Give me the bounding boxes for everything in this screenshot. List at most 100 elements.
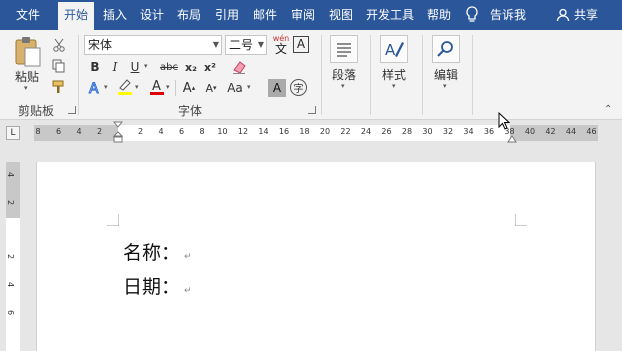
- ribbon: 粘贴 ▾ 剪贴板 宋体 ▼ 二号 ▼ wén 文 A B I U ▾ abc x…: [0, 30, 622, 120]
- vruler-tick-label: 4: [6, 171, 16, 178]
- paragraph-icon[interactable]: [330, 35, 358, 63]
- ruler-tick-label: 26: [381, 127, 392, 136]
- separator: [370, 35, 371, 115]
- menu-bar: 文件 开始 插入 设计 布局 引用 邮件 审阅 视图 开发工具 帮助 告诉我 共…: [0, 0, 622, 30]
- tab-layout[interactable]: 布局: [172, 0, 206, 30]
- ruler-tick-label: 44: [565, 127, 577, 136]
- text-effects-icon[interactable]: A: [86, 79, 104, 97]
- tab-design[interactable]: 设计: [135, 0, 169, 30]
- mouse-cursor-icon: [498, 112, 511, 130]
- styles-icon[interactable]: A: [380, 35, 408, 63]
- styles-button[interactable]: 样式: [376, 66, 412, 82]
- svg-text:A: A: [152, 79, 161, 94]
- font-size-combo[interactable]: 二号 ▼: [225, 35, 267, 55]
- strikethrough-button[interactable]: abc: [157, 58, 181, 76]
- change-case-dropdown-icon[interactable]: ▾: [247, 83, 251, 91]
- svg-text:A: A: [89, 81, 99, 96]
- ruler-tick-label: 36: [483, 127, 495, 136]
- cut-icon[interactable]: [50, 36, 68, 54]
- tab-view[interactable]: 视图: [324, 0, 358, 30]
- shrink-font-button[interactable]: A ▾: [202, 79, 220, 97]
- format-painter-icon[interactable]: [50, 78, 68, 96]
- ruler-tick-label: 24: [360, 127, 372, 136]
- tab-review[interactable]: 审阅: [286, 0, 320, 30]
- ruler-tick-label: 10: [217, 127, 228, 136]
- ruler-tick-label: 2: [137, 127, 144, 136]
- font-launcher[interactable]: [308, 106, 316, 114]
- collapse-ribbon-icon[interactable]: ⌃: [604, 104, 612, 115]
- share-button[interactable]: 共享: [574, 0, 598, 30]
- highlight-dropdown-icon[interactable]: ▾: [135, 83, 139, 91]
- lightbulb-icon[interactable]: [465, 6, 479, 27]
- vruler-tick-label: 6: [6, 309, 16, 316]
- ruler-tick-label: 20: [319, 127, 331, 136]
- italic-button[interactable]: I: [106, 58, 124, 76]
- paste-button[interactable]: 粘贴: [10, 68, 44, 84]
- vruler-tick-label: 4: [6, 281, 16, 288]
- copy-icon[interactable]: [50, 57, 68, 75]
- ruler-tick-label: 18: [299, 127, 310, 136]
- person-icon[interactable]: [556, 8, 570, 25]
- tell-me-search[interactable]: 告诉我: [490, 0, 526, 30]
- tab-selector[interactable]: L: [6, 126, 20, 140]
- font-name-value: 宋体: [88, 38, 113, 52]
- paragraph-dropdown-icon[interactable]: ▾: [341, 82, 345, 90]
- ruler-tick-label: 16: [278, 127, 290, 136]
- document-page[interactable]: 名称： ↵ 日期： ↵: [36, 162, 596, 351]
- font-name-combo[interactable]: 宋体 ▼: [84, 35, 222, 55]
- paste-icon[interactable]: [13, 36, 43, 71]
- chevron-down-icon: ▼: [257, 40, 264, 49]
- text-effects-dropdown-icon[interactable]: ▾: [104, 83, 108, 91]
- highlight-icon[interactable]: [116, 78, 134, 96]
- margin-corner-mark: [107, 214, 119, 226]
- character-border-button[interactable]: A: [293, 36, 309, 53]
- right-indent-marker[interactable]: [507, 132, 517, 146]
- vertical-ruler[interactable]: 4 2 2 4 6: [6, 162, 20, 351]
- subscript-button[interactable]: x₂: [182, 58, 200, 76]
- styles-dropdown-icon[interactable]: ▾: [392, 82, 396, 90]
- svg-text:A: A: [385, 41, 396, 59]
- underline-button[interactable]: U: [126, 58, 144, 76]
- doc-line-text: 名称：: [123, 242, 181, 264]
- clear-formatting-icon[interactable]: [230, 58, 248, 76]
- bold-button[interactable]: B: [86, 58, 104, 76]
- font-group-label: 字体: [177, 104, 202, 118]
- superscript-button[interactable]: x²: [201, 58, 219, 76]
- font-color-dropdown-icon[interactable]: ▾: [166, 83, 170, 91]
- ruler-tick-label: 22: [340, 127, 351, 136]
- phonetic-guide-button[interactable]: wén 文: [272, 34, 290, 56]
- tab-file[interactable]: 文件: [6, 0, 50, 30]
- editing-button[interactable]: 编辑: [428, 66, 464, 82]
- ruler-area: L 8 6 4 2 2 4 6 8 10 12 14 16 18 20 22 24 26 28 30 32 34 36 38…: [0, 121, 622, 145]
- ruler-tick-label: 14: [258, 127, 269, 136]
- paste-dropdown-icon[interactable]: ▾: [24, 84, 28, 92]
- search-icon[interactable]: [432, 35, 460, 63]
- clipboard-launcher[interactable]: [68, 106, 76, 114]
- chevron-down-icon: ▼: [212, 40, 219, 49]
- font-color-icon[interactable]: A: [148, 78, 166, 96]
- first-line-indent-marker[interactable]: [112, 121, 124, 148]
- character-shading-button[interactable]: A: [268, 79, 286, 97]
- ruler-tick-label: 46: [586, 127, 597, 136]
- separator: [175, 80, 176, 96]
- paragraph-button[interactable]: 段落: [326, 66, 362, 82]
- phonetic-char: 文: [274, 42, 287, 56]
- editing-dropdown-icon[interactable]: ▾: [443, 82, 447, 90]
- paragraph-mark: ↵: [184, 286, 192, 296]
- doc-line-name[interactable]: 名称： ↵: [123, 238, 192, 265]
- separator: [472, 35, 473, 115]
- enclose-characters-button[interactable]: 字: [290, 79, 307, 96]
- grow-font-button[interactable]: A ▴: [180, 79, 198, 97]
- underline-dropdown-icon[interactable]: ▾: [144, 62, 148, 70]
- tab-references[interactable]: 引用: [210, 0, 244, 30]
- ruler-tick-label: 32: [442, 127, 454, 136]
- tab-home[interactable]: 开始: [58, 2, 94, 30]
- change-case-button[interactable]: Aa: [224, 79, 246, 97]
- tab-mailings[interactable]: 邮件: [248, 0, 282, 30]
- tab-insert[interactable]: 插入: [98, 0, 132, 30]
- doc-line-date[interactable]: 日期： ↵: [123, 272, 192, 299]
- tab-developer[interactable]: 开发工具: [362, 0, 418, 30]
- ruler-tick-label: 42: [545, 127, 556, 136]
- ruler-tick-label: 34: [463, 127, 474, 136]
- tab-help[interactable]: 帮助: [422, 0, 456, 30]
